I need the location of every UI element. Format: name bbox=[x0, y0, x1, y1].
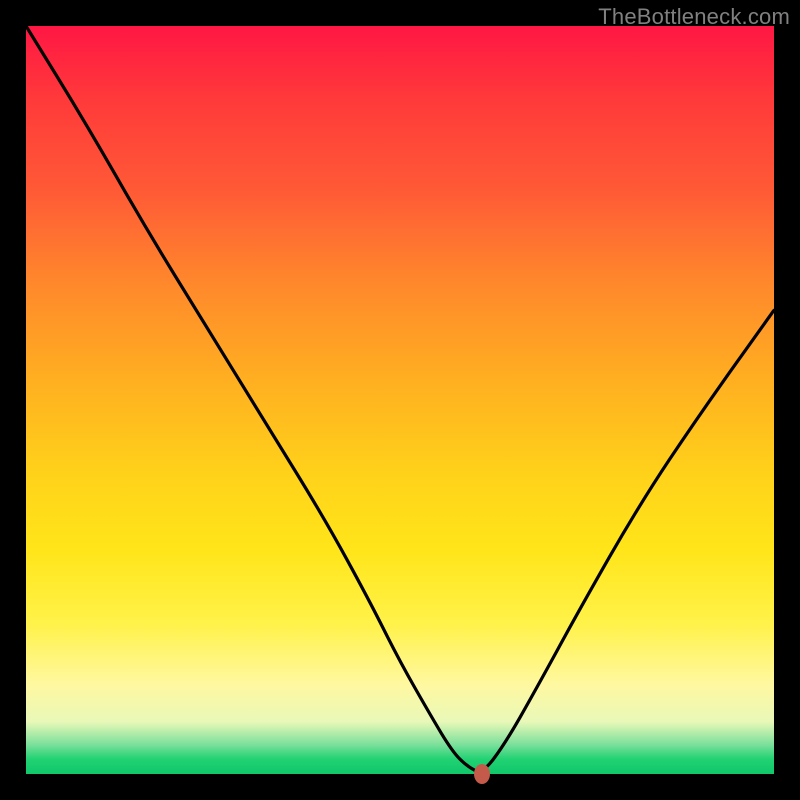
watermark-text: TheBottleneck.com bbox=[598, 4, 790, 30]
minimum-marker bbox=[474, 764, 490, 784]
plot-area bbox=[26, 26, 774, 774]
bottleneck-curve bbox=[26, 26, 774, 774]
outer-frame: TheBottleneck.com bbox=[0, 0, 800, 800]
